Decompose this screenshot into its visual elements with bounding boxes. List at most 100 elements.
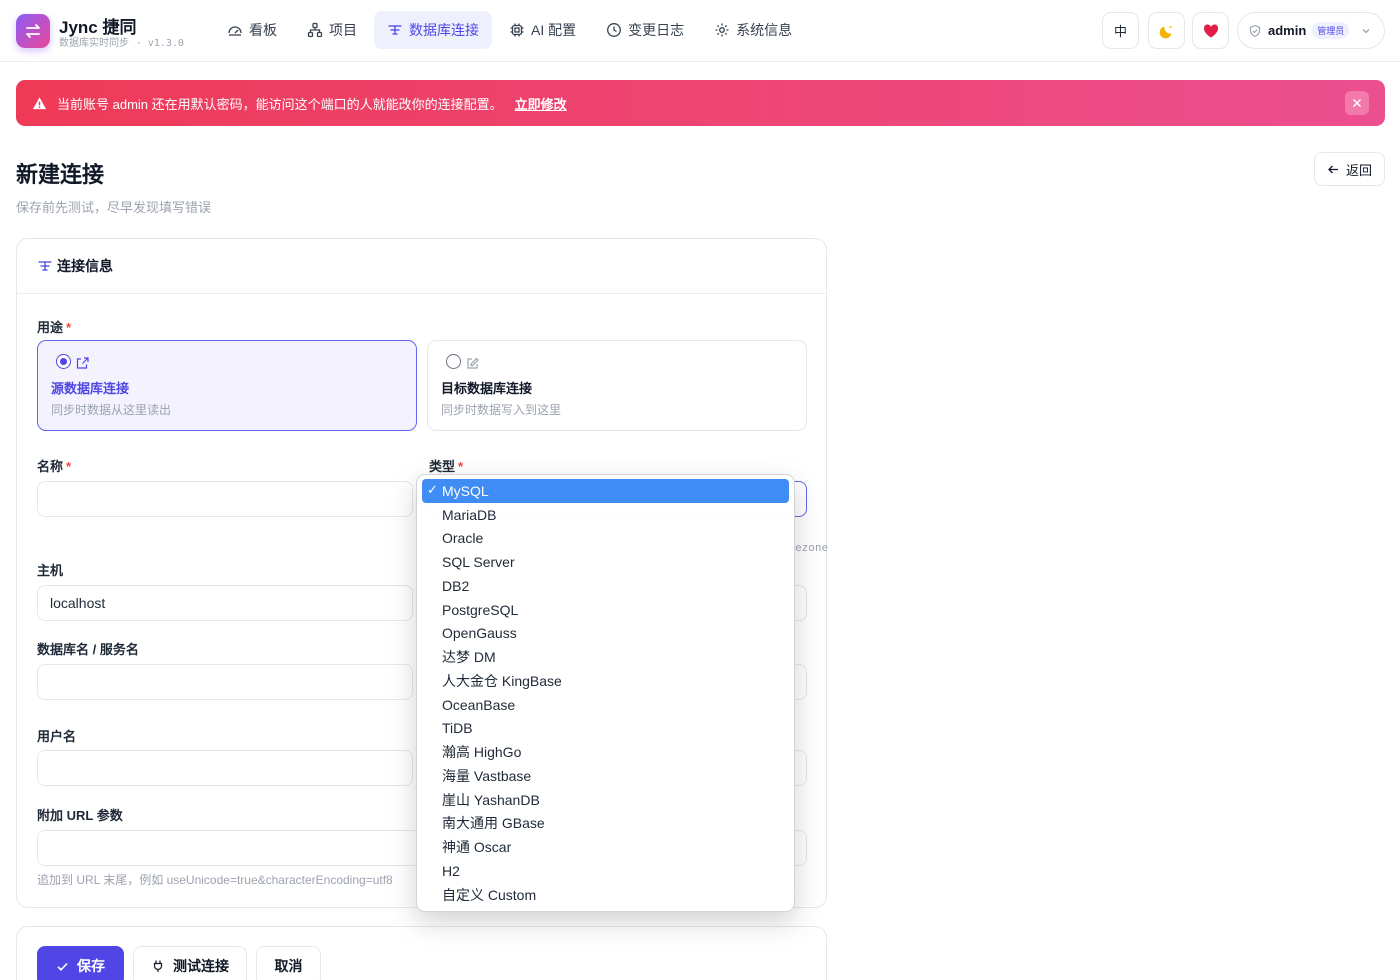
brand-subtitle: 数据库实时同步 · v1.3.0 [59, 34, 184, 49]
chip-icon [510, 23, 524, 37]
cancel-button[interactable]: 取消 [256, 946, 321, 980]
dropdown-option-label: 崖山 YashanDB [442, 791, 540, 808]
alert-text: 当前账号 admin 还在用默认密码，能访问这个端口的人就能改你的连接配置。 [57, 96, 503, 112]
user-name: admin [1268, 23, 1307, 38]
dropdown-option-label: PostgreSQL [442, 601, 519, 618]
dropdown-option-label: Oracle [442, 530, 484, 547]
arrow-left-icon [1328, 165, 1338, 173]
purpose-label: 用途 * [37, 320, 72, 335]
role-badge: 管理员 [1312, 22, 1350, 39]
change-password-link[interactable]: 立即修改 [515, 94, 567, 113]
save-button[interactable]: 保存 [37, 946, 124, 980]
language-toggle-button[interactable]: 中 [1102, 12, 1139, 49]
dropdown-option-label: MySQL [442, 482, 489, 499]
purpose-radio-target[interactable] [446, 354, 461, 369]
dropdown-option-label: OceanBase [442, 696, 516, 713]
purpose-option-title: 源数据库连接 [51, 381, 130, 396]
brand-tagline: 数据库实时同步 [59, 38, 129, 49]
nav-label: 数据库连接 [409, 22, 479, 38]
name-input[interactable] [37, 481, 413, 517]
dropdown-option[interactable]: OpenGauss [422, 622, 789, 646]
nav-item-dashboard[interactable]: 看板 [214, 11, 290, 49]
nav-label: 项目 [329, 22, 357, 38]
dropdown-option[interactable]: MariaDB [422, 503, 789, 527]
name-label: 名称 * [37, 459, 72, 474]
external-link-icon [76, 357, 89, 369]
language-label: 中 [1113, 24, 1127, 39]
dropdown-option-label: 达梦 DM [442, 649, 496, 666]
test-label: 测试连接 [173, 958, 229, 974]
url-params-hint: 追加到 URL 末尾，例如 useUnicode=true&characterE… [37, 873, 393, 887]
checkmark-icon: ✓ [427, 482, 438, 497]
dropdown-option[interactable]: 海量 Vastbase [422, 764, 789, 788]
nav-item-system-info[interactable]: 系统信息 [701, 11, 805, 49]
main-nav: 看板 项目 数据库连接 AI 配置 变更日志 系统信息 [214, 11, 805, 49]
close-icon [1352, 98, 1362, 108]
database-name-input[interactable] [37, 664, 413, 700]
dropdown-option[interactable]: SQL Server [422, 550, 789, 574]
url-params-label: 附加 URL 参数 [37, 808, 123, 823]
plug-icon [153, 960, 163, 972]
user-menu-button[interactable]: admin 管理员 [1237, 12, 1385, 49]
save-label: 保存 [77, 958, 105, 974]
dropdown-option-label: 南大通用 GBase [442, 815, 545, 832]
dropdown-option[interactable]: TiDB [422, 717, 789, 741]
dropdown-option[interactable]: OceanBase [422, 693, 789, 717]
dropdown-option[interactable]: 崖山 YashanDB [422, 788, 789, 812]
nav-item-ai-config[interactable]: AI 配置 [496, 11, 589, 49]
project-icon [307, 22, 323, 38]
nav-label: 看板 [249, 22, 277, 38]
purpose-option-source[interactable]: 源数据库连接 同步时数据从这里读出 [37, 340, 417, 431]
edit-icon [467, 357, 479, 369]
dropdown-option[interactable]: ✓ MySQL [422, 479, 789, 503]
cancel-label: 取消 [274, 958, 303, 974]
host-input[interactable]: localhost [37, 585, 413, 621]
dropdown-option-label: TiDB [442, 720, 473, 737]
gear-icon [715, 23, 729, 37]
nav-label: 变更日志 [628, 22, 685, 38]
nav-item-changelog[interactable]: 变更日志 [593, 11, 697, 49]
dropdown-option[interactable]: 瀚高 HighGo [422, 740, 789, 764]
database-connection-icon [38, 261, 52, 271]
dropdown-option-label: 瀚高 HighGo [442, 744, 522, 761]
dropdown-option-label: 人大金仓 KingBase [442, 672, 562, 689]
nav-item-db-connections[interactable]: 数据库连接 [374, 11, 492, 49]
shield-icon [1249, 24, 1261, 37]
dropdown-option[interactable]: 自定义 Custom [422, 883, 789, 907]
dropdown-option-label: 海量 Vastbase [442, 767, 532, 784]
purpose-option-title: 目标数据库连接 [441, 381, 533, 396]
dashboard-icon [228, 26, 242, 36]
dropdown-option-label: 自定义 Custom [442, 886, 537, 903]
alert-close-button[interactable] [1345, 91, 1369, 115]
back-button[interactable]: 返回 [1314, 152, 1385, 186]
sponsor-button[interactable] [1192, 12, 1229, 49]
dropdown-option[interactable]: 南大通用 GBase [422, 812, 789, 836]
card-header: 连接信息 [17, 239, 826, 294]
dropdown-option-label: SQL Server [442, 554, 515, 571]
test-connection-button[interactable]: 测试连接 [133, 946, 247, 980]
purpose-option-target[interactable]: 目标数据库连接 同步时数据写入到这里 [427, 340, 807, 431]
moon-icon [1159, 25, 1171, 38]
purpose-option-desc: 同步时数据从这里读出 [51, 403, 172, 417]
purpose-radio-source[interactable] [56, 354, 71, 369]
database-name-label: 数据库名 / 服务名 [37, 642, 139, 657]
host-label: 主机 [37, 563, 64, 578]
page-subtitle: 保存前先测试，尽早发现填写错误 [16, 200, 212, 215]
nav-label: AI 配置 [531, 22, 577, 38]
theme-toggle-button[interactable] [1148, 12, 1185, 49]
dropdown-option-label: MariaDB [442, 506, 497, 523]
username-input[interactable] [37, 750, 413, 786]
brand-version: · v1.3.0 [135, 38, 184, 49]
app-logo-icon[interactable] [16, 14, 50, 48]
dropdown-option[interactable]: PostgreSQL [422, 598, 789, 622]
nav-item-projects[interactable]: 项目 [294, 11, 370, 49]
dropdown-option[interactable]: DB2 [422, 574, 789, 598]
chevron-down-icon [1362, 28, 1370, 33]
default-password-alert: 当前账号 admin 还在用默认密码，能访问这个端口的人就能改你的连接配置。 立… [16, 80, 1385, 126]
dropdown-option-label: DB2 [442, 577, 470, 594]
dropdown-option[interactable]: 人大金仓 KingBase [422, 669, 789, 693]
dropdown-option[interactable]: Oracle [422, 527, 789, 551]
dropdown-option[interactable]: 神通 Oscar [422, 835, 789, 859]
dropdown-option[interactable]: H2 [422, 859, 789, 883]
dropdown-option[interactable]: 达梦 DM [422, 645, 789, 669]
